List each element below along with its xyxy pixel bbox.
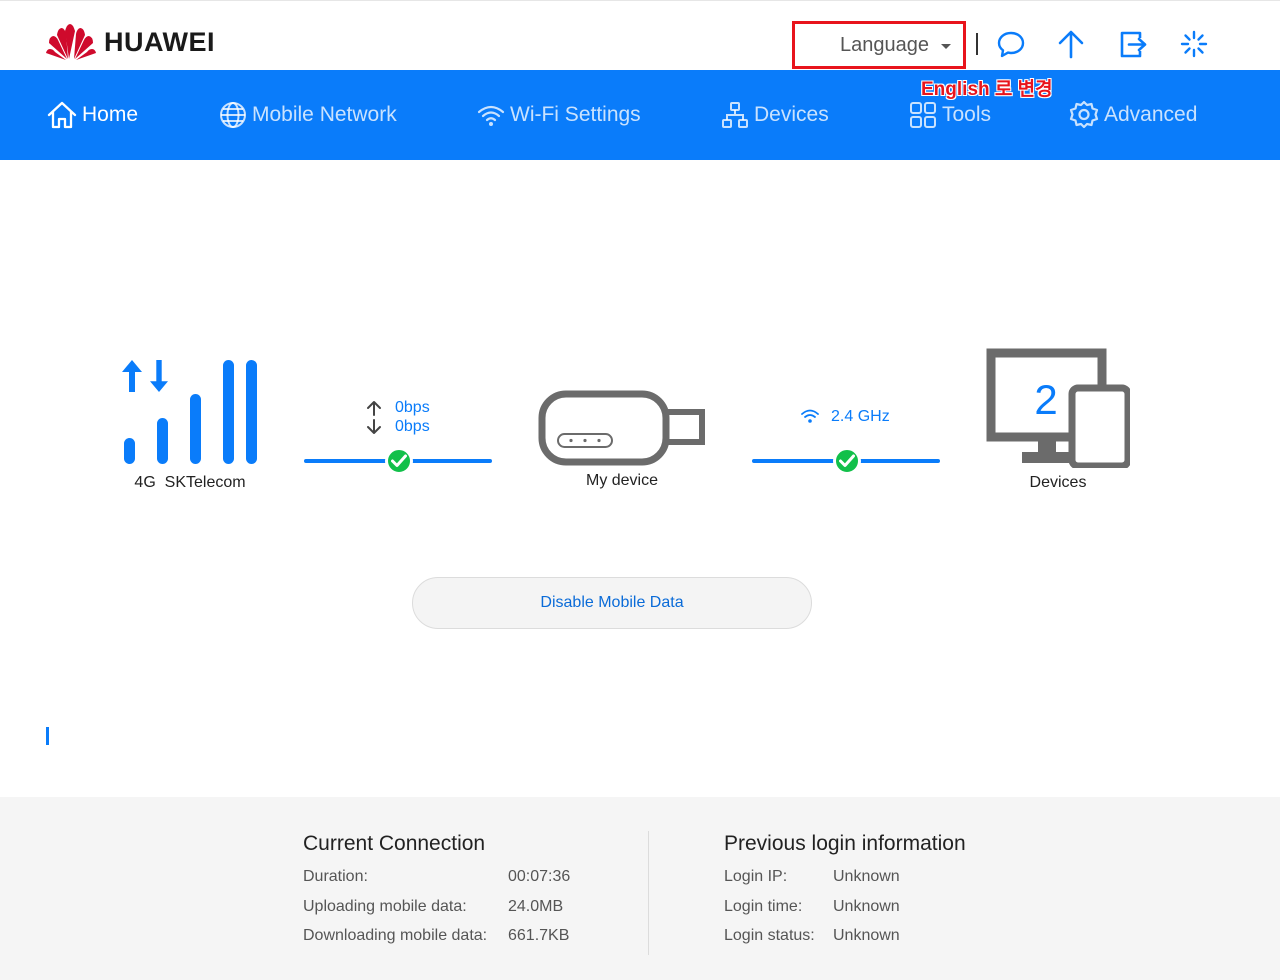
download-data-value: 661.7KB	[508, 927, 570, 944]
download-rate: 0bps	[395, 418, 430, 435]
nav-mobile-network[interactable]: Mobile Network	[218, 98, 397, 132]
upload-rate: 0bps	[395, 399, 430, 416]
wifi-icon	[477, 105, 505, 126]
login-status-value: Unknown	[833, 927, 900, 944]
logout-icon[interactable]	[1118, 29, 1148, 59]
huawei-flower-icon	[46, 24, 96, 60]
brand-name: HUAWEI	[104, 26, 215, 57]
home-icon	[47, 101, 77, 129]
nav-mobile-network-label: Mobile Network	[252, 103, 397, 126]
operator-name: SKTelecom	[164, 474, 246, 491]
download-arrow-icon	[367, 419, 381, 434]
check-icon	[385, 447, 413, 475]
chevron-down-icon	[941, 44, 951, 49]
settings-icon	[1069, 100, 1099, 129]
message-icon[interactable]	[996, 29, 1026, 59]
network-type: 4G	[134, 474, 156, 491]
nav-tools[interactable]: Tools	[908, 98, 991, 132]
language-dropdown[interactable]: Language	[792, 21, 966, 69]
annotation-text: English 로 변경	[921, 79, 1053, 100]
upload-data-value: 24.0MB	[508, 898, 564, 915]
signal-strength-icon	[122, 360, 257, 464]
network-operator-label: 4G SKTelecom	[110, 474, 270, 492]
huawei-logo: HUAWEI	[46, 23, 215, 61]
device-label: My device	[585, 472, 659, 489]
wifi-icon	[801, 409, 819, 423]
nav-devices-label: Devices	[754, 103, 829, 126]
check-icon	[833, 447, 861, 475]
grid-icon	[910, 102, 936, 128]
update-icon[interactable]	[1056, 29, 1086, 59]
devices-label: Devices	[1029, 474, 1087, 491]
nav-wifi-settings[interactable]: Wi-Fi Settings	[476, 98, 641, 132]
nav-advanced[interactable]: Advanced	[1068, 98, 1197, 132]
devices-count[interactable]: 2	[1016, 376, 1076, 424]
current-connection-title: Current Connection	[303, 832, 486, 855]
text-cursor	[46, 727, 49, 745]
footer: Current Connection Duration: 00:07:36 Up…	[0, 797, 1280, 980]
duration-label: Duration:	[303, 868, 368, 885]
disable-mobile-data-button[interactable]: Disable Mobile Data	[412, 577, 812, 629]
footer-divider	[648, 831, 649, 955]
globe-icon	[220, 102, 246, 128]
nav-advanced-label: Advanced	[1104, 103, 1198, 126]
header-divider	[976, 33, 978, 55]
network-tree-icon	[722, 102, 748, 128]
wifi-band: 2.4 GHz	[831, 408, 890, 425]
language-label: Language	[840, 34, 929, 56]
upload-arrow-icon	[367, 401, 381, 416]
top-bar: HUAWEI Language	[0, 0, 1280, 70]
login-time-label: Login time:	[724, 898, 803, 915]
login-status-label: Login status:	[724, 927, 815, 944]
nav-tools-label: Tools	[942, 103, 992, 126]
nav-wifi-settings-label: Wi-Fi Settings	[510, 103, 641, 126]
nav-home[interactable]: Home	[46, 98, 138, 132]
login-ip-value: Unknown	[833, 868, 900, 885]
nav-devices[interactable]: Devices	[720, 98, 829, 132]
login-time-value: Unknown	[833, 898, 900, 915]
usb-modem-icon[interactable]	[538, 390, 708, 466]
previous-login-title: Previous login information	[724, 832, 966, 855]
nav-home-label: Home	[82, 103, 139, 126]
download-data-label: Downloading mobile data:	[303, 927, 488, 944]
main-navbar: Home Mobile Network Wi-Fi Settings Devic…	[0, 70, 1280, 160]
login-ip-label: Login IP:	[724, 868, 788, 885]
loading-icon[interactable]	[1179, 29, 1209, 59]
duration-value: 00:07:36	[508, 868, 571, 885]
upload-data-label: Uploading mobile data:	[303, 898, 467, 915]
